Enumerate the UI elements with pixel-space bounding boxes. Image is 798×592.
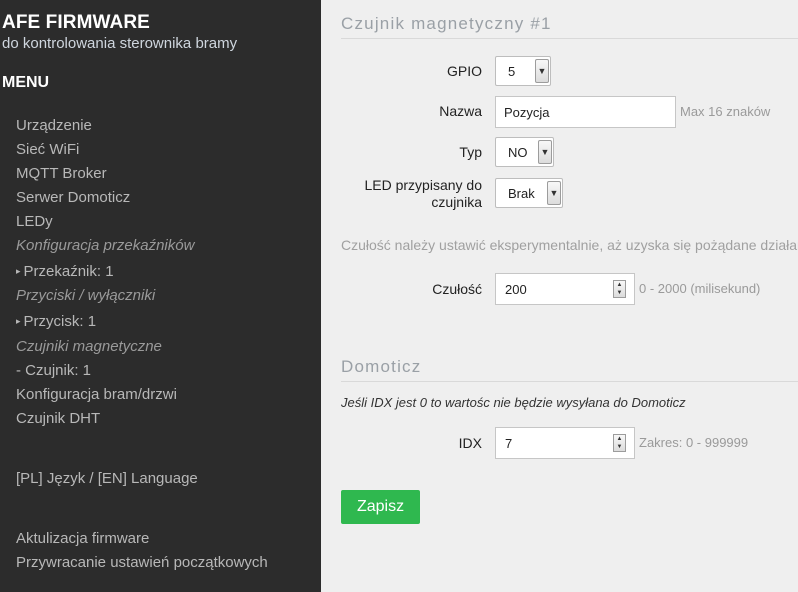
idx-hint: Zakres: 0 - 999999 [639,435,749,450]
chevron-down-icon: ▼ [547,181,561,205]
gpio-select-value: 5 [508,64,516,79]
sensitivity-label: Czułość [432,281,482,297]
nav-domoticz-server[interactable]: Serwer Domoticz [16,189,130,206]
brand-title: AFE FIRMWARE [2,12,150,33]
menu-title: MENU [2,74,50,91]
main-content: Czujnik magnetyczny #1 GPIO 5 ▼ Nazwa Ma… [321,0,798,592]
nav-leds[interactable]: LEDy [16,213,53,230]
led-label: LED przypisany do czujnika [364,177,482,211]
sensitivity-input[interactable]: 200 ▲ ▼ [495,273,635,305]
gpio-label: GPIO [446,63,482,79]
domoticz-section-title: Domoticz [341,357,798,382]
idx-label: IDX [458,435,482,451]
type-select-value: NO [508,145,528,160]
sensitivity-hint: 0 - 2000 (milisekund) [639,281,761,296]
type-label: Typ [459,144,482,160]
nav-device[interactable]: Urządzenie [16,117,92,134]
nav-section-relays: Konfiguracja przekaźników [16,237,195,254]
nav-section-buttons: Przyciski / wyłączniki [16,287,156,304]
idx-value: 7 [505,436,513,451]
nav-dht-sensor[interactable]: Czujnik DHT [16,410,100,427]
nav-section-magnetic-sensors: Czujniki magnetyczne [16,338,162,355]
nav-firmware-update[interactable]: Aktulizacja firmware [16,530,149,547]
idx-input[interactable]: 7 ▲ ▼ [495,427,635,459]
led-label-line2: czujnika [431,194,482,210]
domoticz-info: Jeśli IDX jest 0 to wartośc nie będzie w… [341,395,686,410]
nav-mqtt-broker[interactable]: MQTT Broker [16,165,107,182]
nav-button-1[interactable]: ▸ Przycisk: 1 [16,313,96,330]
chevron-down-icon: ▼ [535,59,549,83]
nav-relay-1[interactable]: ▸ Przekaźnik: 1 [16,263,114,280]
spinner-arrows-icon[interactable]: ▲ ▼ [613,434,626,452]
nav-sensor-1[interactable]: - Czujnik: 1 [16,362,91,379]
nav-gate-config[interactable]: Konfiguracja bram/drzwi [16,386,177,403]
nav-relay-1-label: Przekaźnik: 1 [23,263,114,280]
brand-subtitle: do kontrolowania sterownika bramy [2,35,238,52]
sidebar: AFE FIRMWARE do kontrolowania sterownika… [0,0,321,592]
led-label-line1: LED przypisany do [364,177,482,193]
sensor-section-title: Czujnik magnetyczny #1 [341,14,798,39]
triangle-right-icon: ▸ [16,266,21,276]
led-select[interactable]: Brak ▼ [495,178,563,208]
type-select[interactable]: NO ▼ [495,137,554,167]
nav-language[interactable]: [PL] Język / [EN] Language [16,470,198,487]
nav-button-1-label: Przycisk: 1 [23,313,97,330]
name-label: Nazwa [439,103,482,119]
sensitivity-info: Czułość należy ustawić eksperymentalnie,… [341,237,798,253]
nav-wifi[interactable]: Sieć WiFi [16,141,79,158]
sensitivity-value: 200 [505,282,527,297]
chevron-down-icon: ▼ [538,140,552,164]
name-input[interactable] [495,96,676,128]
save-button[interactable]: Zapisz [341,490,420,524]
spinner-arrows-icon[interactable]: ▲ ▼ [613,280,626,298]
name-hint: Max 16 znaków [680,104,771,119]
triangle-right-icon: ▸ [16,316,21,326]
led-select-value: Brak [508,186,535,201]
nav-factory-reset[interactable]: Przywracanie ustawień początkowych [16,554,268,571]
gpio-select[interactable]: 5 ▼ [495,56,551,86]
